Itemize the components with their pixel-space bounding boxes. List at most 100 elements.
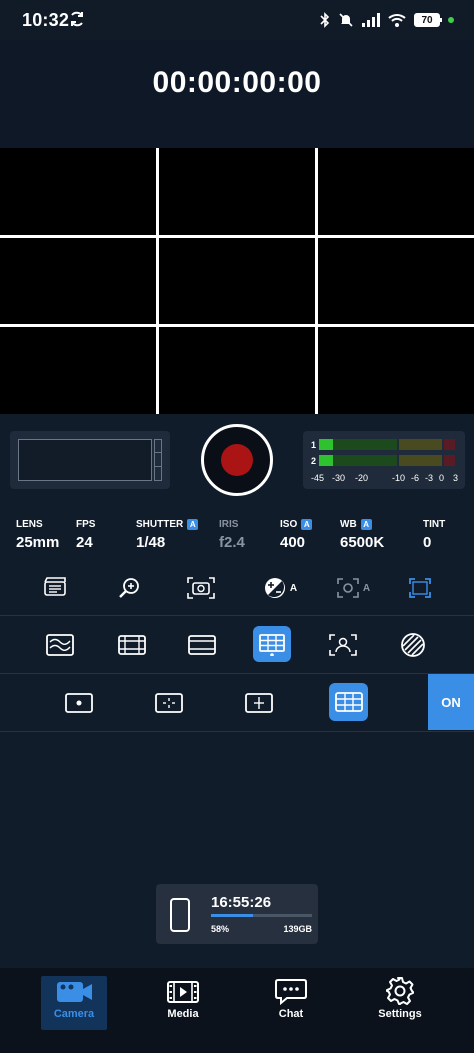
crosshair-icon <box>155 693 183 713</box>
face-detect-icon <box>329 634 357 656</box>
grid-line-vertical <box>156 148 159 414</box>
param-wb[interactable]: WB A 6500K <box>340 517 384 551</box>
storage-progress <box>211 914 312 917</box>
meter-scale-label: 3 <box>453 473 459 483</box>
nav-label: Media <box>167 1008 199 1020</box>
aspect-ratio-button[interactable] <box>186 630 218 660</box>
meter-scale-label: -20 <box>355 473 369 483</box>
clapper-button[interactable] <box>40 574 70 600</box>
meter-scale-label: -45 <box>311 473 325 483</box>
signal-icon <box>362 13 380 27</box>
histogram-scale <box>154 439 162 481</box>
frame-guide-icon <box>409 578 431 598</box>
channel-label: 1 <box>311 440 317 450</box>
clapper-icon <box>44 577 66 596</box>
nav-label: Settings <box>378 1008 422 1020</box>
divider <box>0 673 474 674</box>
param-iso[interactable]: ISO A 400 <box>280 517 313 551</box>
storage-percent: 58% <box>211 924 230 934</box>
viewfinder[interactable] <box>0 148 474 414</box>
zebra-icon <box>401 633 425 657</box>
exposure-comp-button[interactable]: A <box>259 574 301 602</box>
param-label: LENS <box>16 518 43 530</box>
nav-media[interactable]: Media <box>150 976 216 1030</box>
param-value: 24 <box>76 534 93 551</box>
param-value: 1/48 <box>136 534 166 551</box>
record-icon <box>221 444 253 476</box>
exposure-comp-icon <box>264 578 285 598</box>
face-detect-button[interactable] <box>327 630 359 660</box>
battery-icon: 70 <box>414 13 442 27</box>
zoom-button[interactable] <box>114 574 144 602</box>
camera-frame-icon <box>187 577 215 599</box>
record-button[interactable] <box>201 424 273 496</box>
bottom-nav: Camera Media Chat Settings <box>0 968 474 1053</box>
param-shutter[interactable]: SHUTTER A 1/48 <box>136 517 199 551</box>
audio-meter-2 <box>319 455 455 466</box>
mute-icon <box>339 13 353 27</box>
center-cross-button[interactable] <box>243 688 275 718</box>
auto-badge: A <box>360 518 372 530</box>
param-label: FPS <box>76 518 96 530</box>
zebra-button[interactable] <box>398 630 428 660</box>
histogram-display <box>18 439 152 481</box>
auto-focus-button[interactable]: A <box>332 574 374 602</box>
auto-badge: A <box>187 518 199 530</box>
sync-icon <box>71 11 83 27</box>
nav-settings[interactable]: Settings <box>367 976 433 1030</box>
guide-toggle-button[interactable]: ON <box>428 674 474 730</box>
param-fps[interactable]: FPS 24 <box>76 517 96 552</box>
channel-label: 2 <box>311 456 317 466</box>
meter-scale-label: -6 <box>411 473 420 483</box>
param-label: ISO <box>280 518 298 530</box>
zoom-in-icon <box>119 578 139 598</box>
privacy-indicator <box>448 17 454 23</box>
exposure-auto-label: A <box>289 582 298 594</box>
auto-focus-icon <box>337 578 359 598</box>
param-lens[interactable]: LENS 25mm <box>16 517 60 552</box>
nav-chat[interactable]: Chat <box>258 976 324 1030</box>
snapshot-button[interactable] <box>185 574 217 602</box>
param-value: 0 <box>423 534 432 551</box>
param-label: TINT <box>423 518 446 530</box>
auto-badge: A <box>301 518 313 530</box>
grid-line-horizontal <box>0 235 474 238</box>
histogram[interactable] <box>10 431 170 489</box>
video-camera-icon <box>57 982 92 1002</box>
meter-scale-label: 0 <box>439 473 445 483</box>
aspect-ratio-icon <box>188 635 216 655</box>
gear-icon <box>386 977 414 1005</box>
audio-meters[interactable]: 1 2 -45 -30 -20 -10 -6 -3 0 3 <box>303 431 465 489</box>
waveform-button[interactable] <box>44 630 76 660</box>
grid-button[interactable] <box>253 626 291 662</box>
center-dot-button[interactable] <box>63 688 95 718</box>
frame-lines-button[interactable] <box>116 630 148 660</box>
crosshair-button[interactable] <box>153 688 185 718</box>
nav-camera[interactable]: Camera <box>41 976 107 1030</box>
meter-scale-label: -3 <box>425 473 434 483</box>
storage-capacity: 139GB <box>283 924 312 934</box>
param-iris[interactable]: IRIS f2.4 <box>219 517 245 552</box>
audio-meter-1 <box>319 439 455 450</box>
divider <box>0 615 474 616</box>
nav-label: Chat <box>278 1008 304 1020</box>
param-tint[interactable]: TINT 0 <box>423 517 446 552</box>
grid-line-vertical <box>315 148 318 414</box>
grid-hash-button[interactable] <box>329 683 368 721</box>
center-cross-icon <box>245 693 273 713</box>
frame-guide-button[interactable] <box>405 574 435 602</box>
param-label: WB <box>340 518 357 530</box>
storage-panel[interactable]: 16:55:26 58% 139GB <box>156 884 318 944</box>
waveform-icon <box>46 634 74 656</box>
bluetooth-icon <box>320 12 330 28</box>
meter-scale-label: -30 <box>332 473 346 483</box>
status-bar: 10:32 70 <box>0 0 474 40</box>
grid-line-horizontal <box>0 324 474 327</box>
nav-label: Camera <box>53 1008 95 1020</box>
param-value: 6500K <box>340 534 385 551</box>
divider <box>0 731 474 732</box>
film-icon <box>167 981 199 1003</box>
phone-icon <box>170 898 190 932</box>
center-dot-icon <box>65 693 93 713</box>
param-value: 25mm <box>16 534 60 551</box>
